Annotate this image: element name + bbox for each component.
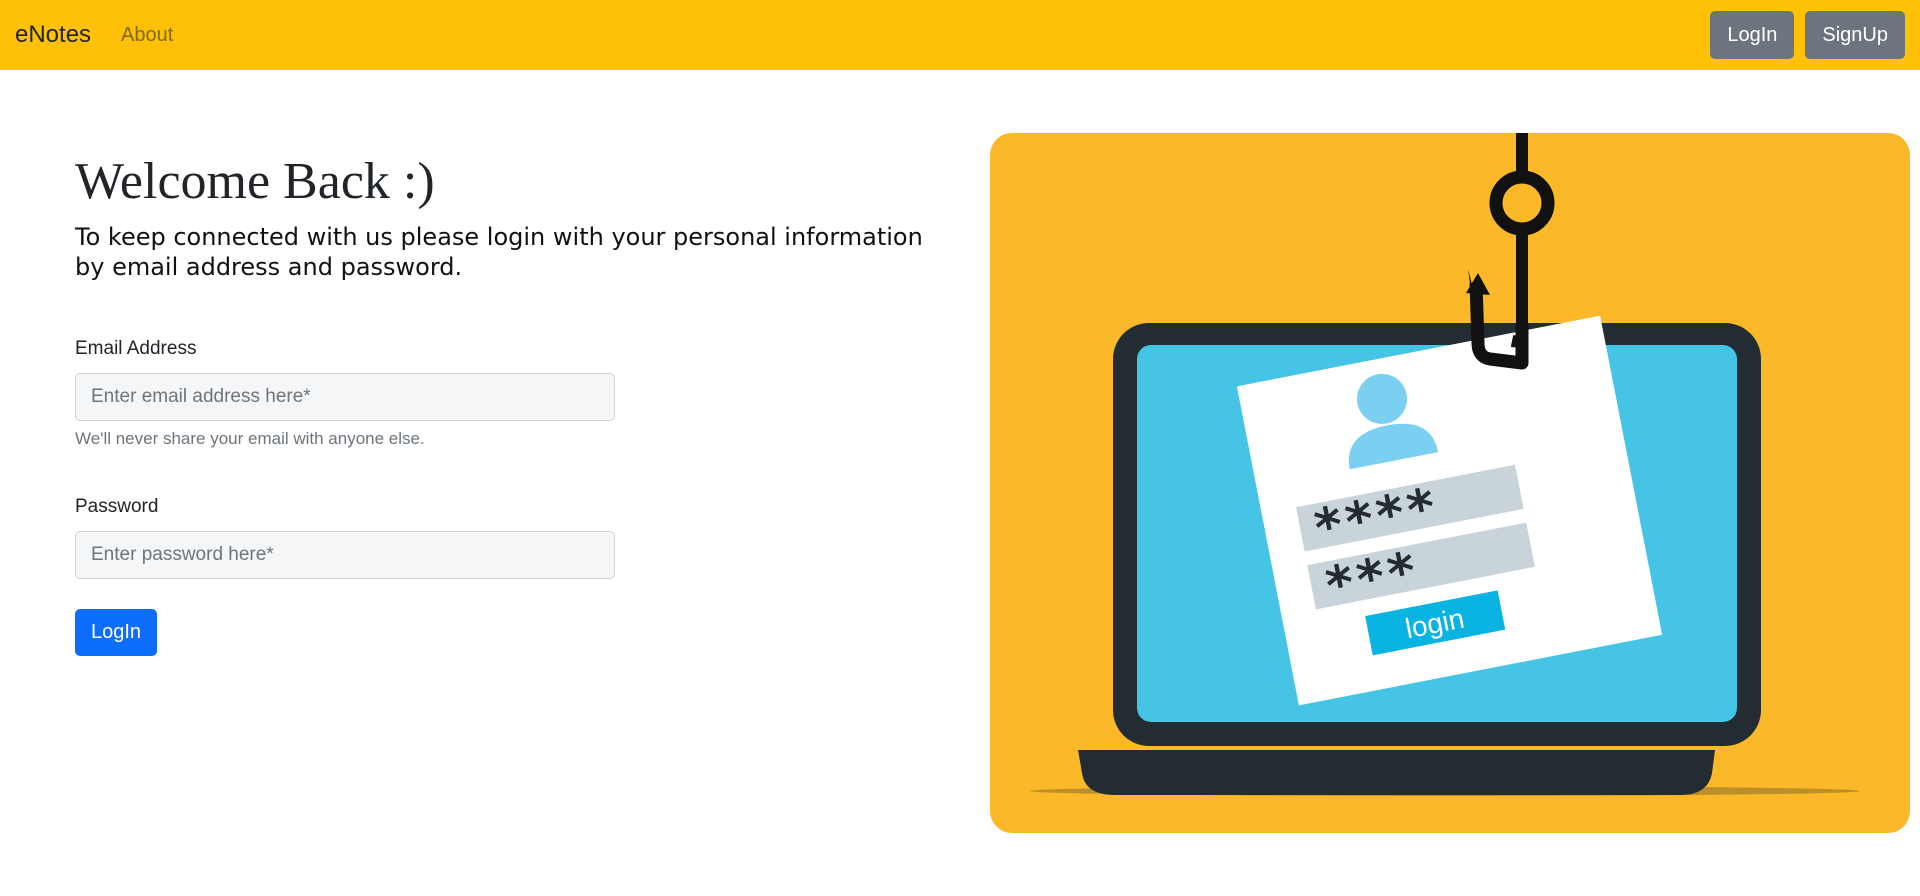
laptop-base-icon xyxy=(1078,750,1715,795)
password-input[interactable] xyxy=(75,531,615,579)
email-label: Email Address xyxy=(75,338,197,359)
phishing-laptop-illustration: **** *** login xyxy=(990,133,1910,833)
nav-signup-button[interactable]: SignUp xyxy=(1805,11,1905,59)
brand-logo[interactable]: eNotes xyxy=(15,23,91,47)
navbar: eNotes About LogIn SignUp xyxy=(0,0,1920,70)
email-help-text: We'll never share your email with anyone… xyxy=(75,429,425,448)
email-input[interactable] xyxy=(75,373,615,421)
login-card: **** *** login xyxy=(1236,315,1663,706)
page-subtitle: To keep connected with us please login w… xyxy=(75,223,923,281)
nav-link-about[interactable]: About xyxy=(121,24,173,47)
login-submit-button[interactable]: LogIn xyxy=(75,609,157,656)
nav-login-button[interactable]: LogIn xyxy=(1710,11,1795,59)
page-title: Welcome Back :) xyxy=(75,153,435,210)
nav-actions: LogIn SignUp xyxy=(1710,11,1905,59)
password-label: Password xyxy=(75,496,159,517)
